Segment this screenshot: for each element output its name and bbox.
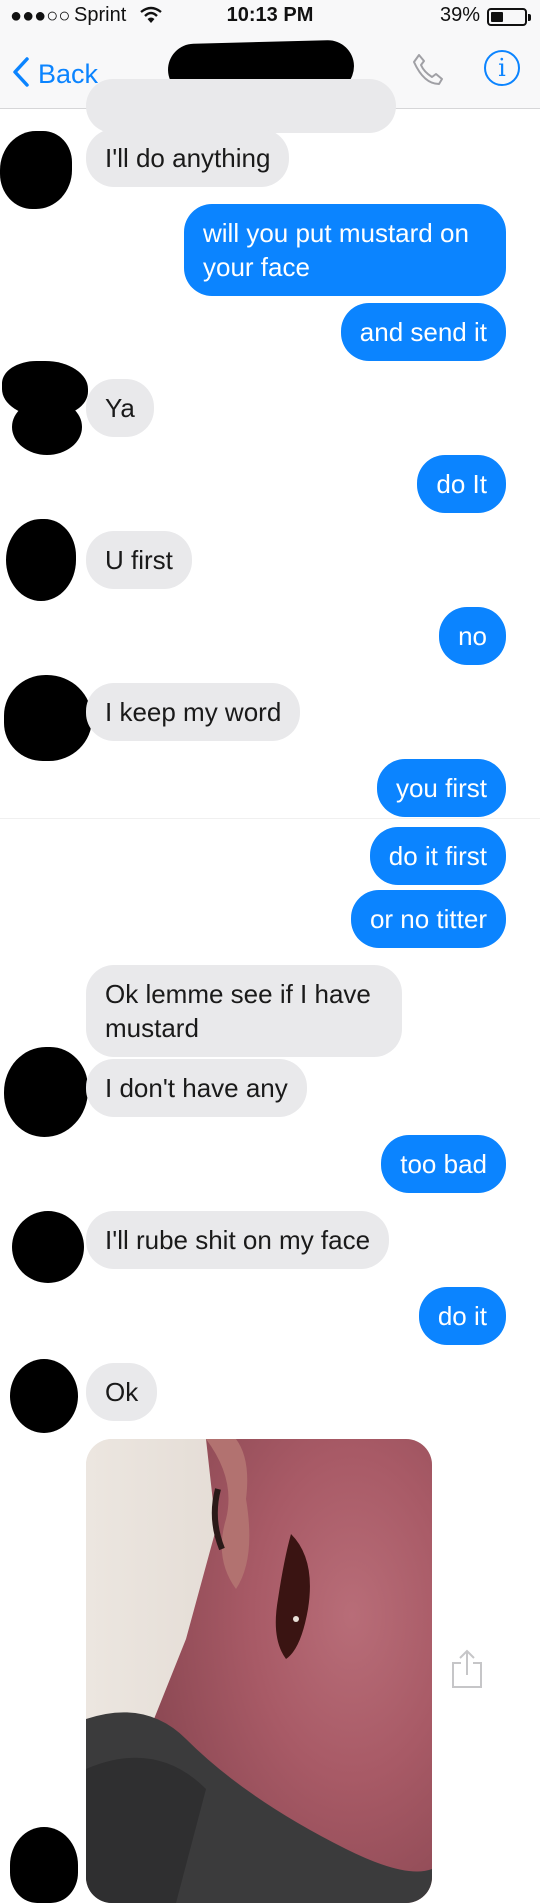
redacted-avatar (12, 1211, 84, 1283)
outgoing-message[interactable]: you first (376, 759, 506, 817)
divider (0, 818, 540, 819)
status-bar: ●●●○○ Sprint 10:13 PM 39% (0, 0, 540, 40)
incoming-message[interactable]: Ok (86, 1363, 158, 1421)
phone-icon[interactable] (410, 52, 446, 93)
incoming-message[interactable]: Ya (86, 379, 154, 437)
redacted-avatar (4, 1047, 88, 1137)
share-icon[interactable] (450, 1649, 484, 1694)
outgoing-message[interactable]: will you put mustard on your face (184, 204, 506, 296)
incoming-message[interactable]: I don't have any (86, 1059, 307, 1117)
image-attachment[interactable] (86, 1439, 432, 1903)
back-button[interactable]: Back (12, 52, 98, 96)
outgoing-message[interactable]: do It (417, 455, 506, 513)
info-icon[interactable]: i (484, 50, 520, 86)
chevron-left-icon (12, 56, 30, 93)
incoming-message[interactable]: I'll rube shit on my face (86, 1211, 390, 1269)
outgoing-message[interactable]: no (439, 607, 506, 665)
incoming-message[interactable]: I keep my word (86, 683, 301, 741)
message-thread[interactable]: I'll do anything will you put mustard on… (0, 79, 540, 1903)
message-bubble-partial (86, 79, 396, 133)
outgoing-message[interactable]: and send it (340, 303, 506, 361)
outgoing-message[interactable]: do it first (369, 827, 506, 885)
attachment-photo (86, 1439, 432, 1903)
battery-icon (487, 8, 531, 26)
battery-level-fill (491, 12, 503, 22)
outgoing-message[interactable]: do it (418, 1287, 506, 1345)
redacted-avatar (10, 1359, 78, 1433)
back-button-label: Back (38, 58, 99, 89)
redacted-avatar (4, 675, 92, 761)
redacted-avatar (0, 131, 72, 209)
incoming-message[interactable]: U first (86, 531, 192, 589)
redacted-avatar (12, 399, 82, 455)
battery-percentage: 39% (440, 4, 481, 26)
incoming-message[interactable]: I'll do anything (86, 129, 290, 187)
outgoing-message[interactable]: or no titter (350, 890, 506, 948)
incoming-message[interactable]: Ok lemme see if I have mustard (86, 965, 402, 1057)
redacted-avatar (10, 1827, 78, 1903)
outgoing-message[interactable]: too bad (381, 1135, 506, 1193)
redacted-avatar (6, 519, 76, 601)
